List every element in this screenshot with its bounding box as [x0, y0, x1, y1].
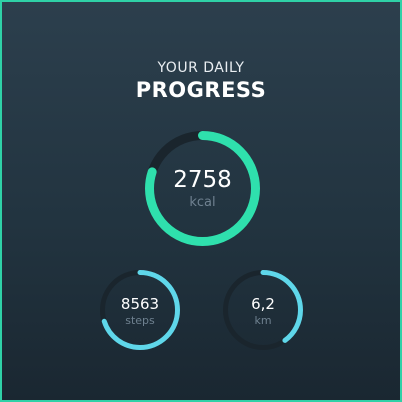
distance-progress-ring: 6,2 km [223, 270, 303, 350]
steps-unit: steps [125, 314, 155, 327]
kcal-unit: kcal [189, 195, 216, 210]
distance-unit: km [254, 314, 272, 327]
kcal-progress-ring: 2758 kcal [145, 131, 260, 246]
distance-value: 6,2 [251, 295, 275, 313]
steps-progress-ring: 8563 steps [100, 270, 180, 350]
kcal-value: 2758 [173, 167, 232, 193]
progress-card: YOUR DAILY PROGRESS 2758 kcal 8563 steps… [0, 0, 402, 402]
header-title: PROGRESS [135, 78, 267, 102]
steps-value: 8563 [120, 295, 160, 313]
header-subtitle: YOUR DAILY [157, 60, 245, 76]
